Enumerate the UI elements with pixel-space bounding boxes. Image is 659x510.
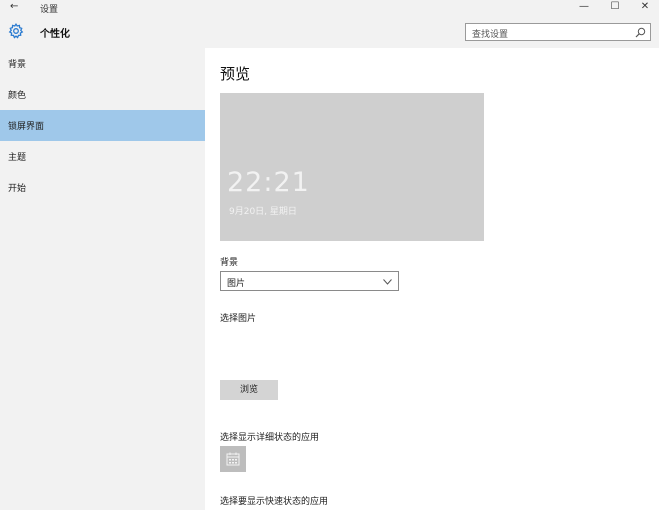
gear-icon <box>8 23 24 39</box>
app-header: 个性化 查找设置 <box>0 16 659 48</box>
chevron-down-icon <box>383 279 392 285</box>
window-title: 设置 <box>40 5 59 15</box>
sidebar-item-label: 锁屏界面 <box>8 122 45 132</box>
calendar-icon <box>226 452 240 466</box>
sidebar-item-label: 背景 <box>8 60 27 70</box>
preview-date: 9月20日, 星期日 <box>229 207 297 217</box>
lock-screen-preview: 22:21 9月20日, 星期日 <box>220 93 484 241</box>
sidebar-item-label: 主题 <box>8 153 27 163</box>
preview-time: 22:21 <box>227 167 310 198</box>
quick-status-label: 选择要显示快速状态的应用 <box>220 497 329 507</box>
search-icon[interactable] <box>635 27 646 38</box>
page-title: 个性化 <box>40 29 70 40</box>
sidebar-item-colors[interactable]: 颜色 <box>0 79 205 110</box>
detailed-status-label: 选择显示详细状态的应用 <box>220 433 320 443</box>
background-dropdown[interactable]: 图片 <box>220 271 399 291</box>
sidebar-item-background[interactable]: 背景 <box>0 48 205 79</box>
background-dropdown-value: 图片 <box>227 279 246 289</box>
sidebar-item-lock-screen[interactable]: 锁屏界面 <box>0 110 205 141</box>
background-label: 背景 <box>220 258 239 268</box>
search-placeholder: 查找设置 <box>472 30 509 40</box>
detailed-status-app-button[interactable] <box>220 446 246 472</box>
close-button[interactable]: ✕ <box>637 1 653 12</box>
sidebar-item-label: 颜色 <box>8 91 27 101</box>
search-input[interactable]: 查找设置 <box>465 23 651 41</box>
sidebar-item-start[interactable]: 开始 <box>0 172 205 203</box>
back-button[interactable]: ← <box>10 1 18 12</box>
choose-picture-label: 选择图片 <box>220 314 257 324</box>
preview-heading: 预览 <box>220 65 251 83</box>
browse-button[interactable]: 浏览 <box>220 380 278 400</box>
maximize-button[interactable]: ☐ <box>607 1 623 12</box>
sidebar: 背景 颜色 锁屏界面 主题 开始 <box>0 48 205 510</box>
minimize-button[interactable]: — <box>576 1 592 12</box>
title-bar: ← 设置 — ☐ ✕ <box>0 0 659 16</box>
sidebar-item-themes[interactable]: 主题 <box>0 141 205 172</box>
main-content: 预览 22:21 9月20日, 星期日 背景 图片 选择图片 浏览 选择显示详细… <box>205 48 659 510</box>
sidebar-item-label: 开始 <box>8 184 27 194</box>
